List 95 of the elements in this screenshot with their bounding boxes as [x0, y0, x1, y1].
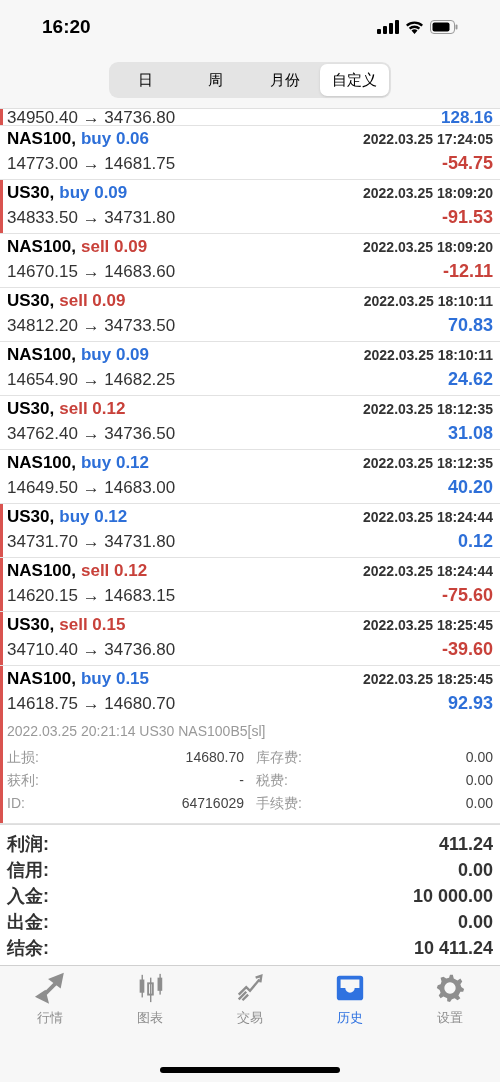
trade-time: 2022.03.25 18:10:11: [363, 345, 493, 365]
symbol-label: NAS100,: [7, 344, 76, 367]
price-range: 34833.50 → 34731.80: [7, 206, 176, 229]
trade-time: 2022.03.25 18:10:11: [363, 291, 493, 311]
trade-time: 2022.03.25 18:24:44: [363, 507, 493, 527]
summary-label: 利润:: [7, 832, 49, 856]
battery-icon: [430, 20, 458, 34]
detail-label: 税费:: [256, 771, 288, 790]
tab-bar-item[interactable]: 图表: [100, 972, 200, 1028]
trade-time: 2022.03.25 18:24:44: [363, 561, 493, 581]
summary-value: 10 000.00: [412, 884, 493, 908]
tab-bar-item[interactable]: 交易: [200, 972, 300, 1028]
tab-bar-item[interactable]: 设置: [400, 972, 500, 1028]
symbol-label: NAS100,: [7, 668, 76, 691]
profit-value: 0.12: [457, 530, 493, 553]
profit-value: -75.60: [441, 584, 493, 607]
settings-icon: [434, 972, 466, 1004]
arrows-icon: [34, 972, 66, 1004]
detail-value: 64716029: [181, 794, 244, 813]
symbol-label: NAS100,: [7, 560, 76, 583]
price-range: 14773.00 → 14681.75: [7, 152, 176, 175]
trade-volume: buy 0.09: [59, 182, 128, 205]
detail-label: 库存费:: [256, 748, 302, 767]
price-range: 34731.70 → 34731.80: [7, 530, 176, 553]
wifi-icon: [405, 20, 424, 34]
symbol-label: US30,: [7, 506, 55, 529]
period-tab[interactable]: 月份: [250, 64, 320, 96]
trade-time: 2022.03.25 18:25:45: [363, 669, 493, 689]
trade-volume: sell 0.12: [59, 398, 126, 421]
price-range: 14670.15 → 14683.60: [7, 260, 176, 283]
price-range: 14618.75 → 14680.70: [7, 692, 176, 715]
trade-time: 2022.03.25 18:12:35: [363, 399, 493, 419]
detail-value: 0.00: [465, 748, 493, 767]
summary-value: 0.00: [457, 910, 493, 934]
profit-value: 128.16: [441, 109, 493, 125]
trade-volume: sell 0.12: [81, 560, 148, 583]
summary-value: 0.00: [457, 858, 493, 882]
signal-icon: [377, 20, 399, 34]
symbol-label: NAS100,: [7, 236, 76, 259]
trade-volume: buy 0.06: [81, 128, 150, 151]
detail-value: 0.00: [465, 771, 493, 790]
trade-volume: sell 0.09: [59, 290, 126, 313]
trade-volume: sell 0.15: [59, 614, 126, 637]
summary-label: 信用:: [7, 858, 49, 882]
tab-bar-item[interactable]: 行情: [0, 972, 100, 1028]
symbol-label: US30,: [7, 182, 55, 205]
symbol-label: US30,: [7, 614, 55, 637]
order-comment: 2022.03.25 20:21:14 US30 NAS100B5[sl]: [7, 722, 267, 741]
trade-time: 2022.03.25 18:09:20: [363, 183, 493, 203]
profit-value: -12.11: [442, 260, 493, 283]
symbol-label: NAS100,: [7, 452, 76, 475]
summary-label: 结余:: [7, 936, 49, 960]
detail-label: 获利:: [7, 771, 39, 790]
symbol-label: US30,: [7, 398, 55, 421]
profit-value: 40.20: [447, 476, 493, 499]
summary-value: 411.24: [438, 832, 493, 856]
trade-time: 2022.03.25 18:12:35: [363, 453, 493, 473]
detail-label: 止损:: [7, 748, 39, 767]
summary-label: 入金:: [7, 884, 49, 908]
price-range: 34950.40 → 34736.80: [7, 109, 176, 125]
trade-volume: buy 0.12: [59, 506, 128, 529]
profit-value: 92.93: [447, 692, 493, 715]
period-tab[interactable]: 日: [111, 64, 181, 96]
symbol-label: NAS100,: [7, 128, 76, 151]
profit-value: -54.75: [441, 152, 493, 175]
profit-value: 31.08: [447, 422, 493, 445]
price-range: 14649.50 → 14683.00: [7, 476, 176, 499]
trade-time: 2022.03.25 18:25:45: [363, 615, 493, 635]
profit-value: -91.53: [441, 206, 493, 229]
price-range: 14620.15 → 14683.15: [7, 584, 176, 607]
status-time: 16:20: [42, 14, 91, 39]
symbol-label: US30,: [7, 290, 55, 313]
summary-value: 10 411.24: [413, 936, 493, 960]
trade-volume: buy 0.09: [81, 344, 150, 367]
price-range: 34710.40 → 34736.80: [7, 638, 176, 661]
profit-value: 70.83: [447, 314, 493, 337]
summary-label: 出金:: [7, 910, 49, 934]
profit-value: 24.62: [447, 368, 493, 391]
trade-time: 2022.03.25 17:24:05: [363, 129, 493, 149]
detail-value: -: [239, 771, 244, 790]
profit-value: -39.60: [441, 638, 493, 661]
trade-volume: buy 0.15: [81, 668, 150, 691]
price-range: 14654.90 → 14682.25: [7, 368, 176, 391]
period-tab[interactable]: 自定义: [319, 64, 389, 96]
trade-volume: sell 0.09: [81, 236, 148, 259]
detail-value: 0.00: [465, 794, 493, 813]
detail-value: 14680.70: [185, 748, 244, 767]
detail-label: ID:: [7, 794, 25, 813]
detail-label: 手续费:: [256, 794, 302, 813]
trade-volume: buy 0.12: [81, 452, 150, 475]
trade-time: 2022.03.25 18:09:20: [363, 237, 493, 257]
period-tab[interactable]: 周: [180, 64, 250, 96]
price-range: 34812.20 → 34733.50: [7, 314, 176, 337]
price-range: 34762.40 → 34736.50: [7, 422, 176, 445]
tab-bar-item[interactable]: 历史: [300, 972, 400, 1028]
